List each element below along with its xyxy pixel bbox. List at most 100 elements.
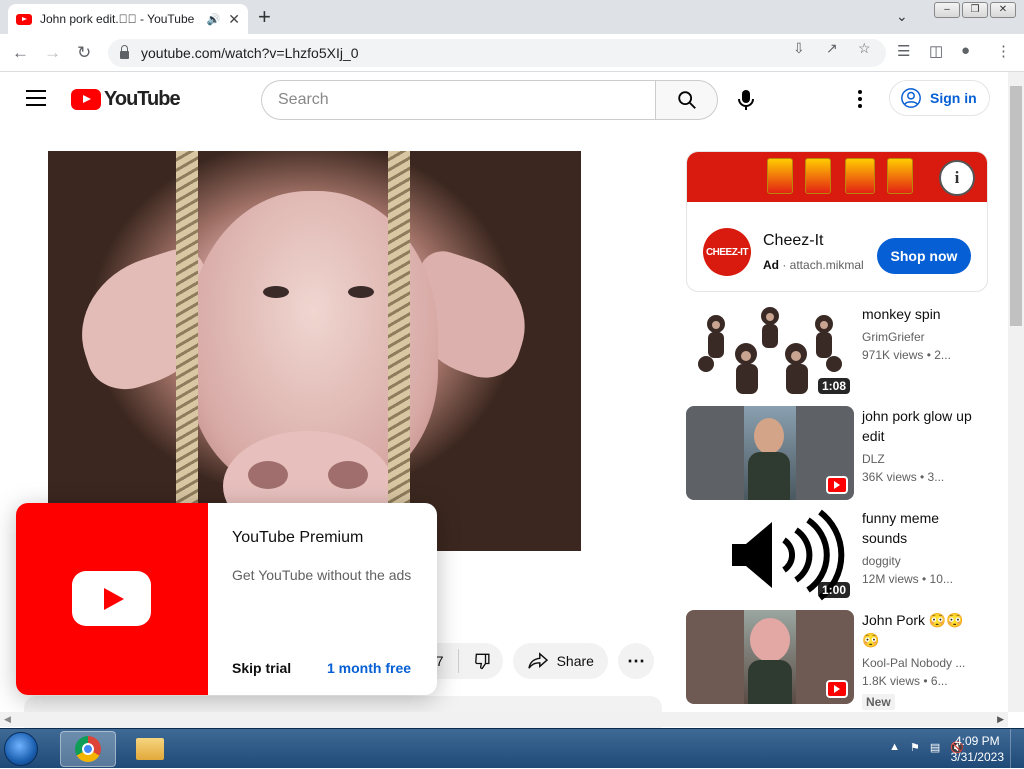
tab-search-chevron-icon[interactable]: ⌄ <box>896 8 908 25</box>
ad-banner-image[interactable]: i <box>687 152 987 202</box>
premium-promo-image <box>16 503 208 695</box>
scroll-left-arrow-icon[interactable]: ◀ <box>4 714 11 725</box>
video-title[interactable]: funny meme sounds <box>862 508 972 548</box>
video-title[interactable]: monkey spin <box>862 304 972 324</box>
show-desktop-button[interactable] <box>1010 729 1024 769</box>
url-text[interactable]: youtube.com/watch?v=Lhzfo5XIj_0 <box>141 45 359 61</box>
system-clock[interactable]: 4:09 PM 3/31/2023 <box>951 733 1004 765</box>
youtube-logo[interactable]: YouTube <box>71 88 181 111</box>
taskbar-chrome[interactable] <box>60 731 116 767</box>
video-stats: 971K views • 2... <box>862 348 951 362</box>
action-center-flag-icon[interactable]: ⚑ <box>910 741 920 754</box>
youtube-play-logo-icon <box>71 89 101 110</box>
month-free-button[interactable]: 1 month free <box>327 660 411 676</box>
recommendation-item[interactable]: 1:08 monkey spin GrimGriefer 971K views … <box>686 304 986 398</box>
video-thumbnail[interactable] <box>686 610 854 704</box>
shorts-icon <box>826 680 848 698</box>
settings-more-icon[interactable] <box>858 90 862 108</box>
video-thumbnail[interactable]: 1:08 <box>686 304 854 398</box>
snack-box-image <box>887 158 913 194</box>
search-button[interactable] <box>655 80 718 120</box>
media-control-icon[interactable]: ☰ <box>897 42 910 60</box>
video-title[interactable]: John Pork 😳😳😳 <box>862 610 972 650</box>
ad-label: Ad <box>763 258 779 272</box>
channel-name[interactable]: doggity <box>862 554 972 568</box>
horizontal-scrollbar[interactable]: ◀ ▶ <box>0 712 1008 727</box>
back-arrow-icon[interactable]: ← <box>12 43 29 63</box>
share-button[interactable]: Share <box>512 643 608 679</box>
reload-icon[interactable]: ↻ <box>77 43 91 63</box>
new-badge: New <box>862 694 895 710</box>
scroll-right-arrow-icon[interactable]: ▶ <box>997 714 1004 725</box>
dislike-thumb-icon[interactable] <box>473 651 493 671</box>
hamburger-menu-icon[interactable] <box>26 90 46 106</box>
youtube-favicon-icon <box>16 13 32 25</box>
address-bar[interactable]: youtube.com/watch?v=Lhzfo5XIj_0 <box>108 39 886 67</box>
sign-in-label: Sign in <box>930 90 977 106</box>
recommendation-item[interactable]: John Pork 😳😳😳 Kool-Pal Nobody ... 1.8K v… <box>686 610 986 710</box>
skip-trial-button[interactable]: Skip trial <box>232 660 291 676</box>
video-duration: 1:08 <box>817 378 850 394</box>
forward-arrow-icon[interactable]: → <box>44 43 61 63</box>
premium-title: YouTube Premium <box>232 529 364 546</box>
profile-avatar-icon[interactable]: ● <box>961 42 970 59</box>
advertiser-logo[interactable]: CHEEZ-IT <box>703 228 751 276</box>
more-actions-icon[interactable]: ⋯ <box>617 643 654 679</box>
scrollbar-thumb[interactable] <box>1010 86 1022 326</box>
windows-taskbar: ▲ ⚑ ▤ 🔇 4:09 PM 3/31/2023 <box>0 728 1024 769</box>
microphone-icon[interactable] <box>737 89 755 111</box>
tab-title: John pork edit.   - YouTube <box>40 12 195 26</box>
video-frame-pig-eye <box>263 286 289 298</box>
recommendation-item[interactable]: 1:00 funny meme sounds doggity 12M views… <box>686 508 986 602</box>
channel-name[interactable]: DLZ <box>862 452 972 466</box>
shop-now-button[interactable]: Shop now <box>877 238 971 274</box>
search-icon <box>677 91 696 109</box>
window-controls: – ❒ ✕ <box>934 2 1016 18</box>
youtube-play-logo-icon <box>72 571 151 626</box>
share-page-icon[interactable]: ↗ <box>826 40 838 57</box>
bookmark-star-icon[interactable]: ☆ <box>858 40 871 57</box>
restore-button[interactable]: ❒ <box>962 2 988 18</box>
ad-info-icon[interactable]: i <box>939 160 975 196</box>
minimize-button[interactable]: – <box>934 2 960 18</box>
vertical-scrollbar[interactable] <box>1008 72 1024 712</box>
video-thumbnail[interactable] <box>686 406 854 500</box>
youtube-logo-text: YouTube <box>104 88 181 110</box>
browser-tabstrip: John pork edit.   - YouTube 🔊 ✕ + ⌄ – ❒ … <box>0 0 1024 34</box>
close-tab-icon[interactable]: ✕ <box>228 11 240 28</box>
video-frame-pig-eye <box>348 286 374 298</box>
network-icon[interactable]: ▤ <box>930 741 940 754</box>
recommendation-item[interactable]: john pork glow up edit DLZ 36K views • 3… <box>686 406 986 500</box>
video-player[interactable] <box>48 151 581 551</box>
account-circle-icon <box>901 88 921 108</box>
channel-name[interactable]: Kool-Pal Nobody ... <box>862 656 972 670</box>
install-app-icon[interactable]: ⇩ <box>793 40 805 57</box>
video-actions-row: 77 Share ⋯ <box>400 643 654 679</box>
browser-menu-icon[interactable]: ⋮ <box>996 42 1011 60</box>
snack-box-image <box>805 158 831 194</box>
video-title[interactable]: john pork glow up edit <box>862 406 972 446</box>
thumbnail-pig-face <box>750 618 790 662</box>
chrome-icon <box>75 736 101 762</box>
start-button[interactable] <box>4 732 38 766</box>
lock-icon[interactable] <box>120 45 129 59</box>
speaker-audio-icon[interactable]: 🔊 <box>207 13 221 26</box>
advertiser-name[interactable]: Cheez-It <box>763 232 823 250</box>
search-input[interactable] <box>261 80 655 120</box>
video-frame-nostril <box>328 461 368 489</box>
close-window-button[interactable]: ✕ <box>990 2 1016 18</box>
tray-expand-icon[interactable]: ▲ <box>889 741 900 754</box>
taskbar-explorer[interactable] <box>122 731 178 767</box>
browser-toolbar: ← → ↻ youtube.com/watch?v=Lhzfo5XIj_0 ⇩ … <box>0 34 1024 72</box>
side-panel-icon[interactable]: ◫ <box>929 42 943 60</box>
new-tab-button[interactable]: + <box>258 6 271 28</box>
sponsored-ad-card[interactable]: i CHEEZ-IT Cheez-It Ad · attach.mikmal S… <box>686 151 988 292</box>
browser-tab-youtube[interactable]: John pork edit.   - YouTube 🔊 ✕ <box>8 4 248 34</box>
ad-domain-line: Ad · attach.mikmal <box>763 258 864 272</box>
snack-box-image <box>845 158 875 194</box>
channel-name[interactable]: GrimGriefer <box>862 330 972 344</box>
youtube-premium-popup: YouTube Premium Get YouTube without the … <box>16 503 437 695</box>
thumbnail-person-face <box>754 418 784 454</box>
sign-in-button[interactable]: Sign in <box>889 80 990 116</box>
video-thumbnail[interactable]: 1:00 <box>686 508 854 602</box>
